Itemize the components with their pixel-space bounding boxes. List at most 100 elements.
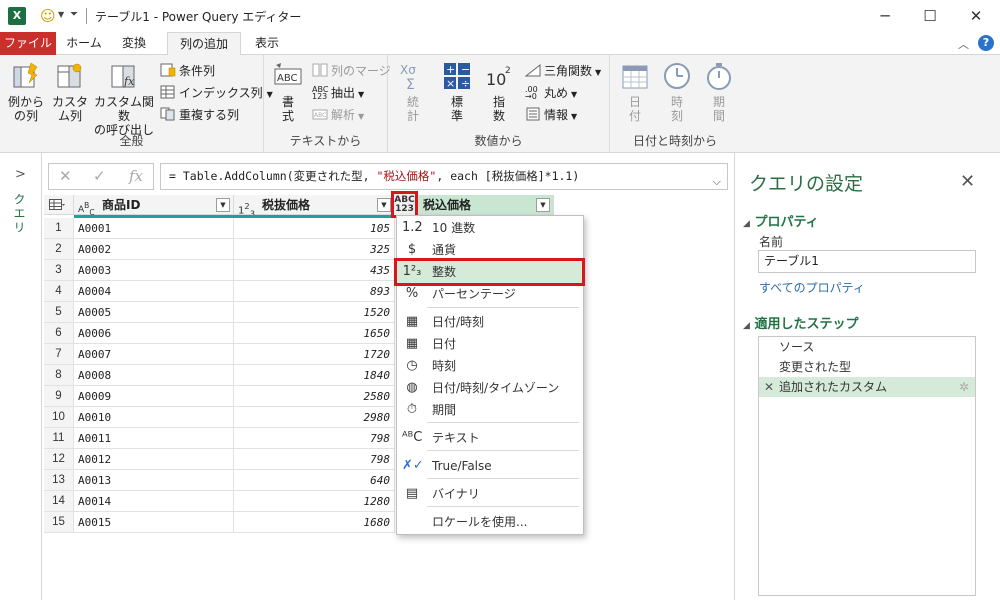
table-menu-corner[interactable] xyxy=(44,195,74,215)
applied-steps-section-header[interactable]: ◢ 適用したステップ xyxy=(743,313,858,332)
cell-price-excl-tax[interactable]: 2980 xyxy=(234,407,395,428)
rounding-button[interactable]: .00 →0 丸め ▼ xyxy=(525,84,577,102)
row-number[interactable]: 9 xyxy=(44,386,74,407)
parse-dropdown-icon[interactable]: ▼ xyxy=(358,112,364,121)
rounding-dropdown-icon[interactable]: ▼ xyxy=(571,90,577,99)
row-number[interactable]: 12 xyxy=(44,449,74,470)
delete-step-icon[interactable]: ✕ xyxy=(764,377,774,397)
duplicate-column-button[interactable]: 重複する列 xyxy=(160,106,239,124)
cell-product-id[interactable]: A0003 xyxy=(74,260,234,281)
feedback-dropdown-arrow-icon[interactable]: ▼ xyxy=(58,10,64,19)
row-number[interactable]: 2 xyxy=(44,239,74,260)
formula-input[interactable]: = Table.AddColumn(変更された型, "税込価格", each [… xyxy=(160,163,728,190)
type-menu-item[interactable]: ▦ 日付 xyxy=(397,333,583,355)
tab-add-column[interactable]: 列の追加 xyxy=(167,32,241,56)
type-menu-item[interactable]: ✗✓ True/False xyxy=(397,455,583,477)
cell-price-excl-tax[interactable]: 1280 xyxy=(234,491,395,512)
cell-product-id[interactable]: A0014 xyxy=(74,491,234,512)
close-window-button[interactable]: ✕ xyxy=(963,4,989,28)
type-menu-item[interactable]: ロケールを使用... xyxy=(397,511,583,533)
statistics-button[interactable]: Xσ Σ 統 計 xyxy=(398,61,428,123)
smiley-feedback-icon[interactable]: ☺ xyxy=(40,6,56,26)
query-name-input[interactable]: テーブル1 xyxy=(758,250,976,273)
column-filter-dropdown-icon[interactable]: ▼ xyxy=(377,198,391,212)
conditional-column-button[interactable]: 条件列 xyxy=(160,62,215,80)
cell-product-id[interactable]: A0007 xyxy=(74,344,234,365)
column-filter-dropdown-icon[interactable]: ▼ xyxy=(216,198,230,212)
expand-queries-chevron-icon[interactable]: > xyxy=(15,167,26,182)
type-menu-item[interactable]: 1.2 10 進数 xyxy=(397,217,583,239)
row-number[interactable]: 6 xyxy=(44,323,74,344)
cell-price-excl-tax[interactable]: 1650 xyxy=(234,323,395,344)
minimize-button[interactable]: ─ xyxy=(872,4,898,28)
row-number[interactable]: 4 xyxy=(44,281,74,302)
type-menu-item[interactable]: ⏱ 期間 xyxy=(397,399,583,421)
row-number[interactable]: 7 xyxy=(44,344,74,365)
maximize-button[interactable]: ☐ xyxy=(917,4,943,28)
cell-product-id[interactable]: A0015 xyxy=(74,512,234,533)
trigonometry-button[interactable]: 三角関数 ▼ xyxy=(525,62,601,80)
format-button[interactable]: ABC 書 式 xyxy=(270,61,306,123)
row-number[interactable]: 10 xyxy=(44,407,74,428)
standard-button[interactable]: + − × ÷ 標 準 xyxy=(442,61,472,123)
date-button[interactable]: 日 付 xyxy=(620,61,650,123)
cell-product-id[interactable]: A0002 xyxy=(74,239,234,260)
extract-button[interactable]: ABC 123 抽出 ▼ xyxy=(312,84,364,102)
applied-step-changed-type[interactable]: 変更された型 xyxy=(759,357,975,377)
cell-product-id[interactable]: A0001 xyxy=(74,218,234,239)
cell-product-id[interactable]: A0012 xyxy=(74,449,234,470)
commit-formula-icon[interactable]: ✓ xyxy=(93,167,106,185)
expand-formula-chevron-icon[interactable]: ⌵ xyxy=(713,169,721,189)
type-menu-item[interactable]: ◍ 日付/時刻/タイムゾーン xyxy=(397,377,583,399)
custom-column-button[interactable]: カスタ ム列 xyxy=(50,61,90,123)
all-properties-link[interactable]: すべてのプロパティ xyxy=(759,279,865,296)
cell-price-excl-tax[interactable]: 1840 xyxy=(234,365,395,386)
queries-pane-label[interactable]: クエリ xyxy=(11,193,28,235)
column-header-price-incl-tax[interactable]: 税込価格 ▼ xyxy=(395,195,554,215)
cell-product-id[interactable]: A0010 xyxy=(74,407,234,428)
time-button[interactable]: 時 刻 xyxy=(662,61,692,123)
cell-product-id[interactable]: A0005 xyxy=(74,302,234,323)
row-number[interactable]: 13 xyxy=(44,470,74,491)
information-button[interactable]: 情報 ▼ xyxy=(525,106,577,124)
cell-product-id[interactable]: A0011 xyxy=(74,428,234,449)
column-header-product-id[interactable]: ABC 商品ID ▼ xyxy=(74,195,234,217)
cell-price-excl-tax[interactable]: 893 xyxy=(234,281,395,302)
cell-price-excl-tax[interactable]: 435 xyxy=(234,260,395,281)
type-menu-item[interactable]: % パーセンテージ xyxy=(397,283,583,305)
invoke-custom-function-button[interactable]: fx カスタム関数 の呼び出し xyxy=(93,61,155,137)
parse-button[interactable]: ABC 解析 ▼ xyxy=(312,106,364,124)
row-number[interactable]: 8 xyxy=(44,365,74,386)
type-menu-item[interactable]: ᴬᴮC テキスト xyxy=(397,427,583,449)
cell-price-excl-tax[interactable]: 1720 xyxy=(234,344,395,365)
cell-price-excl-tax[interactable]: 325 xyxy=(234,239,395,260)
row-number[interactable]: 15 xyxy=(44,512,74,533)
cancel-formula-icon[interactable]: ✕ xyxy=(59,167,72,185)
cell-product-id[interactable]: A0008 xyxy=(74,365,234,386)
cell-price-excl-tax[interactable]: 105 xyxy=(234,218,395,239)
any-type-abc123-icon-highlighted[interactable]: ABC 123 xyxy=(391,191,418,218)
type-menu-item[interactable]: ◷ 時刻 xyxy=(397,355,583,377)
close-settings-icon[interactable]: ✕ xyxy=(960,171,975,192)
quick-access-customize-icon[interactable]: ⏷ xyxy=(70,9,78,20)
extract-dropdown-icon[interactable]: ▼ xyxy=(358,90,364,99)
step-settings-gear-icon[interactable]: ✲ xyxy=(959,377,969,397)
tab-transform[interactable]: 変換 xyxy=(114,32,154,55)
cell-product-id[interactable]: A0013 xyxy=(74,470,234,491)
column-filter-dropdown-icon[interactable]: ▼ xyxy=(536,198,550,212)
applied-step-added-custom[interactable]: ✕ 追加されたカスタム ✲ xyxy=(759,377,975,397)
tab-home[interactable]: ホーム xyxy=(60,32,108,55)
column-header-price-excl-tax[interactable]: 123 税抜価格 ▼ xyxy=(234,195,395,218)
information-dropdown-icon[interactable]: ▼ xyxy=(571,112,577,121)
row-number[interactable]: 14 xyxy=(44,491,74,512)
row-number[interactable]: 5 xyxy=(44,302,74,323)
fx-icon[interactable]: fx xyxy=(129,167,143,185)
cell-product-id[interactable]: A0009 xyxy=(74,386,234,407)
cell-price-excl-tax[interactable]: 798 xyxy=(234,428,395,449)
applied-step-source[interactable]: ソース xyxy=(759,337,975,357)
tab-view[interactable]: 表示 xyxy=(248,32,286,55)
tab-file[interactable]: ファイル xyxy=(0,32,56,55)
row-number[interactable]: 1 xyxy=(44,218,74,239)
cell-price-excl-tax[interactable]: 1680 xyxy=(234,512,395,533)
column-from-examples-button[interactable]: 例から の列 xyxy=(6,61,46,123)
